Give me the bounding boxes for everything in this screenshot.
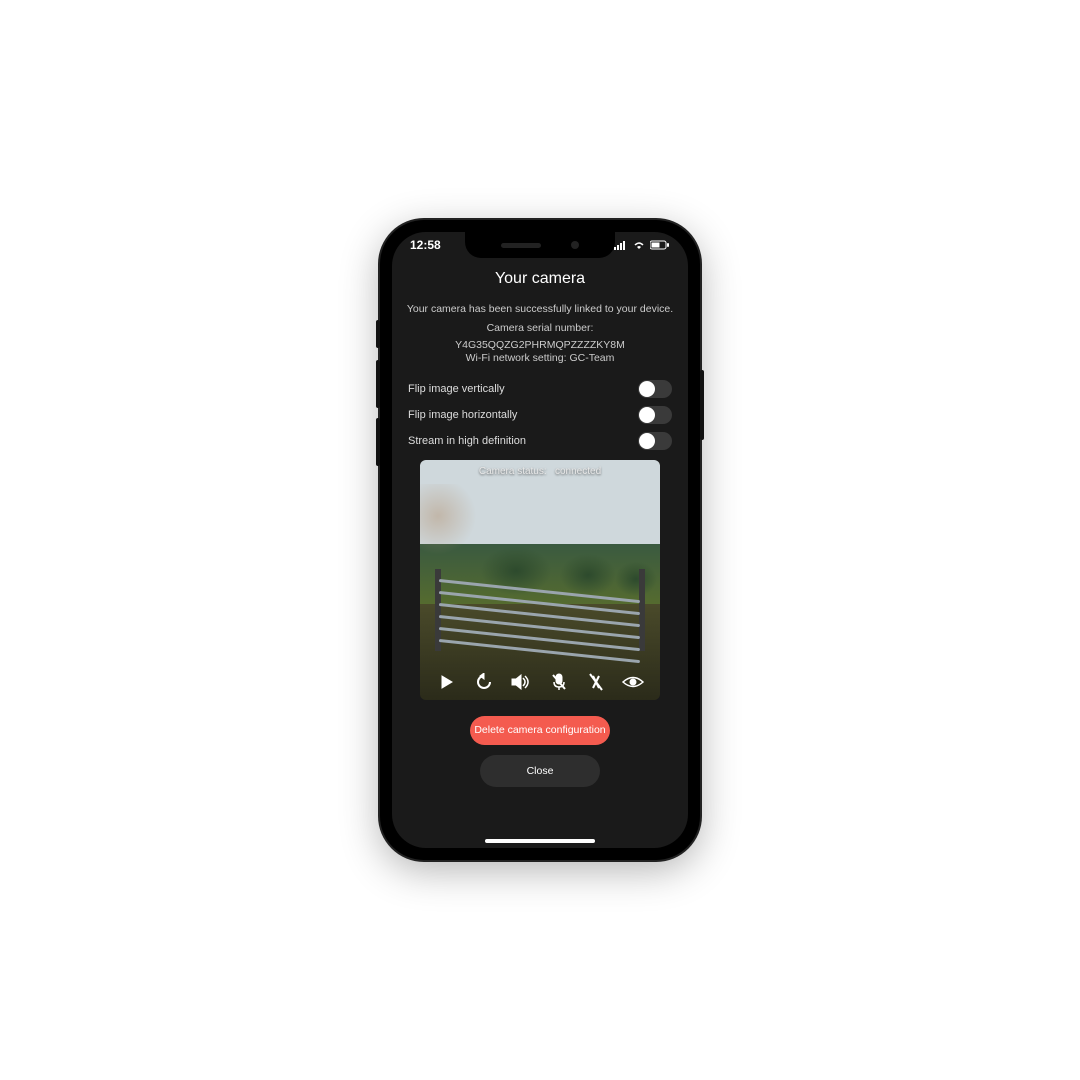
preview-controls bbox=[420, 670, 660, 694]
home-indicator[interactable] bbox=[485, 839, 595, 843]
phone-power-button bbox=[700, 370, 704, 440]
wifi-setting: Wi-Fi network setting: GC-Team bbox=[406, 351, 674, 366]
volume-icon[interactable] bbox=[509, 670, 533, 694]
eye-icon[interactable] bbox=[621, 670, 645, 694]
delete-config-button[interactable]: Delete camera configuration bbox=[470, 716, 610, 745]
close-button[interactable]: Close bbox=[480, 755, 600, 788]
wifi-value: GC-Team bbox=[569, 352, 614, 364]
page-title: Your camera bbox=[406, 270, 674, 288]
battery-icon bbox=[650, 240, 670, 250]
setting-label: Flip image horizontally bbox=[408, 409, 517, 421]
toggle-flip-vertical[interactable] bbox=[638, 380, 672, 398]
phone-frame: 12:58 Your camera Your camera has been s… bbox=[380, 220, 700, 860]
phone-volume-up bbox=[376, 360, 380, 408]
serial-label: Camera serial number: bbox=[406, 321, 674, 336]
wifi-label: Wi-Fi network setting: bbox=[466, 352, 567, 364]
status-time: 12:58 bbox=[410, 238, 441, 252]
camera-status: Camera status: connected bbox=[420, 466, 660, 477]
camera-status-label: Camera status: bbox=[479, 466, 547, 477]
signal-icon bbox=[614, 240, 628, 250]
toggle-flip-horizontal[interactable] bbox=[638, 406, 672, 424]
mic-off-icon[interactable] bbox=[547, 670, 571, 694]
setting-label: Flip image vertically bbox=[408, 383, 505, 395]
wifi-icon bbox=[632, 240, 646, 250]
camera-status-value: connected bbox=[555, 466, 601, 477]
camera-preview[interactable]: Camera status: connected bbox=[420, 460, 660, 700]
phone-mute-switch bbox=[376, 320, 380, 348]
serial-value: Y4G35QQZG2PHRMQPZZZZKY8M bbox=[406, 339, 674, 351]
setting-flip-vertical: Flip image vertically bbox=[406, 376, 674, 402]
linked-message: Your camera has been successfully linked… bbox=[406, 302, 674, 317]
settings-list: Flip image vertically Flip image horizon… bbox=[406, 376, 674, 454]
gate-graphic bbox=[439, 575, 641, 645]
setting-label: Stream in high definition bbox=[408, 435, 526, 447]
toggle-stream-hd[interactable] bbox=[638, 432, 672, 450]
setting-flip-horizontal: Flip image horizontally bbox=[406, 402, 674, 428]
play-icon[interactable] bbox=[435, 670, 459, 694]
setting-stream-hd: Stream in high definition bbox=[406, 428, 674, 454]
screen: 12:58 Your camera Your camera has been s… bbox=[392, 232, 688, 848]
ir-off-icon[interactable] bbox=[584, 670, 608, 694]
phone-volume-down bbox=[376, 418, 380, 466]
refresh-icon[interactable] bbox=[472, 670, 496, 694]
notch bbox=[465, 232, 615, 258]
